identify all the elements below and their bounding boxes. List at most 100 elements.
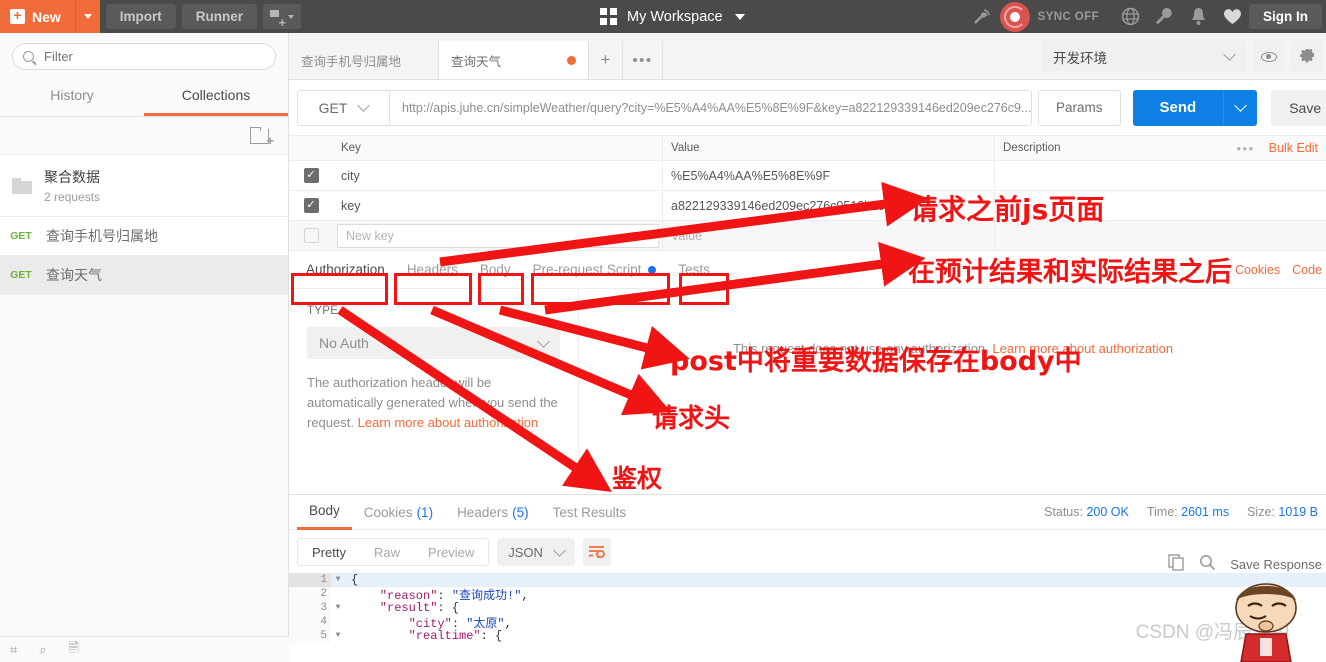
environment-settings-button[interactable]: [1291, 41, 1322, 72]
keyboard-shortcuts-icon[interactable]: ⌗: [10, 642, 17, 658]
auth-learn-more-link-2[interactable]: Learn more about authorization: [992, 341, 1173, 356]
tab-menu-button[interactable]: •••: [623, 41, 663, 79]
param-description[interactable]: [995, 191, 1326, 220]
send-button[interactable]: Send: [1132, 89, 1224, 126]
param-value[interactable]: a822129339146ed209ec276c9513b292: [663, 191, 995, 220]
tab-headers-label: Headers: [406, 262, 458, 277]
request-tab[interactable]: 查询天气: [439, 41, 589, 79]
view-mode-preview[interactable]: Preview: [414, 539, 488, 565]
line-number: 4: [289, 615, 331, 629]
new-button[interactable]: + New: [0, 0, 75, 33]
sync-status-icon[interactable]: [999, 1, 1030, 32]
environment-label: 开发环境: [1053, 50, 1107, 66]
response-tabs: Body Cookies (1) Headers (5) Test Result…: [289, 495, 1326, 530]
request-tab-label: 查询手机号归属地: [301, 54, 402, 69]
cookies-link[interactable]: Cookies: [1235, 263, 1280, 277]
fold-arrow-icon[interactable]: ▼: [331, 573, 345, 587]
param-description[interactable]: [995, 161, 1326, 190]
fold-arrow-icon[interactable]: ▼: [331, 629, 345, 643]
code-link[interactable]: Code: [1292, 263, 1322, 277]
send-options-button[interactable]: [1223, 89, 1258, 126]
column-header-description: Description: [1003, 142, 1061, 154]
search-icon[interactable]: [1199, 554, 1216, 574]
response-tab-test-results[interactable]: Test Results: [541, 495, 639, 530]
workspace-selector[interactable]: My Workspace: [600, 0, 745, 33]
sidebar: History Collections + 聚合数据 2 requests GE…: [0, 33, 289, 662]
response-tab-cookies[interactable]: Cookies (1): [352, 495, 445, 530]
time-badge: Time: 2601 ms: [1147, 505, 1229, 519]
request-tab[interactable]: 查询手机号归属地: [289, 41, 439, 79]
table-new-row[interactable]: New key Value: [289, 221, 1326, 251]
response-tab-body[interactable]: Body: [297, 495, 352, 530]
filter-input[interactable]: [42, 48, 265, 65]
console-icon[interactable]: 🗎: [69, 639, 79, 661]
copy-icon[interactable]: [1168, 554, 1185, 574]
sidebar-tab-history-label: History: [50, 87, 94, 103]
wrench-icon[interactable]: [1147, 0, 1181, 33]
row-checkbox[interactable]: ✓: [303, 168, 319, 183]
sidebar-tab-collections[interactable]: Collections: [144, 78, 288, 116]
response-actions: Save Response: [1168, 554, 1322, 574]
status-badge: Status: 200 OK: [1044, 505, 1129, 519]
auth-learn-more-link[interactable]: Learn more about authorization: [358, 415, 539, 430]
save-button[interactable]: Save: [1271, 89, 1326, 126]
param-key[interactable]: key: [333, 191, 663, 220]
fold-arrow-icon[interactable]: ▼: [331, 601, 345, 615]
tab-authorization-label: Authorization: [306, 262, 385, 277]
list-item[interactable]: GET 查询手机号归属地: [0, 217, 288, 256]
runner-button[interactable]: Runner: [181, 4, 258, 29]
collection-item[interactable]: 聚合数据 2 requests: [0, 155, 288, 217]
table-header-row: Key Value Description ••• Bulk Edit: [289, 136, 1326, 161]
new-button-label: New: [32, 8, 61, 25]
table-row[interactable]: ✓ key a822129339146ed209ec276c9513b292: [289, 191, 1326, 221]
chevron-down-icon: [1223, 48, 1236, 61]
globe-icon[interactable]: [1113, 0, 1147, 33]
bell-icon[interactable]: [1181, 0, 1215, 33]
filter-box[interactable]: [12, 43, 276, 70]
list-item[interactable]: GET 查询天气: [0, 256, 288, 295]
tab-tests[interactable]: Tests: [667, 251, 721, 289]
environment-quick-look-button[interactable]: [1253, 41, 1284, 72]
bulk-edit-button[interactable]: Bulk Edit: [1269, 141, 1318, 155]
save-response-button[interactable]: Save Response: [1230, 557, 1322, 572]
sidebar-tab-history[interactable]: History: [0, 78, 144, 116]
environment-selector[interactable]: 开发环境: [1041, 41, 1246, 72]
params-button[interactable]: Params: [1038, 89, 1121, 126]
import-button[interactable]: Import: [105, 4, 176, 29]
new-dropdown-button[interactable]: [74, 0, 100, 33]
heart-icon[interactable]: [1215, 0, 1249, 33]
http-method-selector[interactable]: GET: [298, 90, 390, 125]
url-input[interactable]: http://apis.juhe.cn/simpleWeather/query?…: [390, 91, 1031, 125]
view-mode-raw[interactable]: Raw: [360, 539, 414, 565]
main-panel: 查询手机号归属地 查询天气 + ••• 开发环境 GET http://apis…: [289, 33, 1326, 662]
auth-description: The authorization header will be automat…: [307, 373, 560, 433]
table-options-icon[interactable]: •••: [1237, 141, 1255, 156]
table-row[interactable]: ✓ city %E5%A4%AA%E5%8E%9F: [289, 161, 1326, 191]
auth-type-selector[interactable]: No Auth: [307, 327, 560, 359]
capture-requests-button[interactable]: [263, 4, 302, 29]
row-checkbox[interactable]: ✓: [303, 198, 319, 213]
param-key[interactable]: city: [333, 161, 663, 190]
tab-headers[interactable]: Headers: [396, 251, 469, 289]
chevron-down-icon: [553, 543, 566, 557]
new-value-input[interactable]: Value: [663, 221, 995, 250]
row-checkbox[interactable]: [303, 228, 319, 243]
params-table: Key Value Description ••• Bulk Edit ✓ ci…: [289, 135, 1326, 251]
folder-icon: [12, 177, 32, 194]
new-key-input[interactable]: New key: [337, 223, 659, 248]
sign-in-button[interactable]: Sign In: [1249, 4, 1322, 29]
word-wrap-button[interactable]: [582, 538, 611, 566]
tab-body[interactable]: Body: [469, 251, 522, 289]
new-tab-button[interactable]: +: [589, 41, 623, 79]
broadcast-icon[interactable]: [966, 0, 1000, 33]
view-mode-pretty[interactable]: Pretty: [298, 539, 360, 565]
tab-authorization[interactable]: Authorization: [295, 251, 396, 289]
param-value[interactable]: %E5%A4%AA%E5%8E%9F: [663, 161, 995, 190]
gear-icon: [1299, 48, 1314, 62]
response-format-selector[interactable]: JSON: [497, 538, 575, 566]
new-description-input[interactable]: [995, 221, 1326, 250]
tab-pre-request-script[interactable]: Pre-request Script: [522, 251, 668, 289]
response-tab-headers[interactable]: Headers (5): [445, 495, 541, 530]
find-icon[interactable]: ⌕: [39, 642, 46, 658]
new-folder-icon[interactable]: +: [250, 127, 274, 147]
